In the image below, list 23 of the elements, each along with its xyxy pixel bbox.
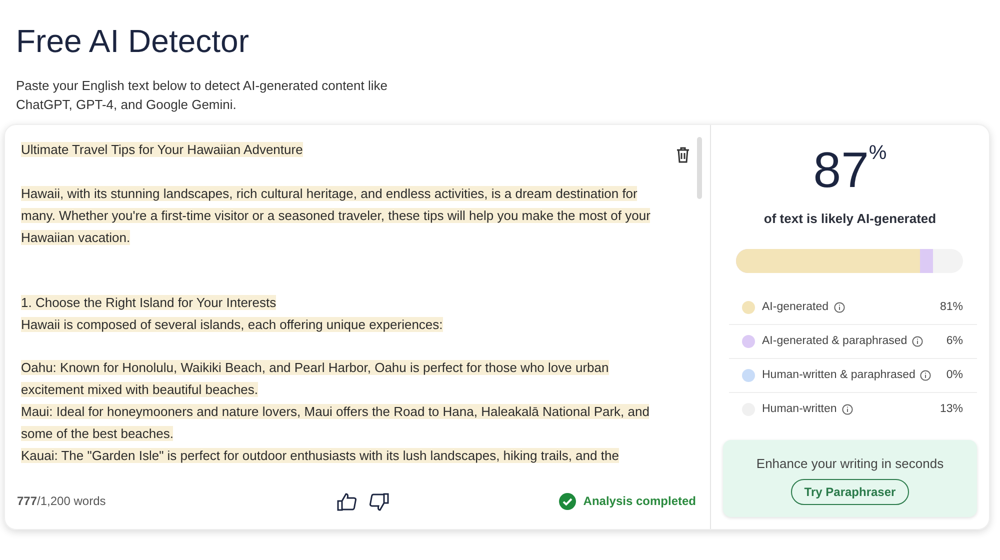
page-title: Free AI Detector	[16, 22, 250, 60]
score-caption: of text is likely AI-generated	[762, 210, 938, 228]
thumbs-up-icon[interactable]	[336, 492, 357, 511]
info-icon[interactable]	[912, 336, 924, 347]
word-count: 777/1,200 words	[17, 493, 106, 510]
ai-score: 87$^{%}$	[812, 145, 888, 196]
paraphraser-button[interactable]: Try Paraphraser	[791, 479, 909, 506]
promo-text: Enhance your writing in seconds	[755, 454, 945, 473]
status-text: Analysis completed	[583, 493, 696, 510]
legend-value: 6%	[946, 334, 963, 349]
legend-label: AI-generated	[762, 300, 828, 315]
legend-label: Human-written	[762, 402, 837, 418]
info-icon[interactable]	[834, 302, 844, 313]
check-icon	[559, 492, 576, 510]
info-icon[interactable]	[920, 370, 932, 381]
legend-label: AI-generated & paraphrased	[762, 334, 908, 349]
legend-value: 81%	[940, 300, 963, 315]
info-icon[interactable]	[842, 404, 853, 416]
legend-value: 0%	[946, 368, 963, 383]
thumbs-down-icon[interactable]	[368, 492, 389, 511]
legend-label: Human-written & paraphrased	[762, 368, 916, 383]
page-description: Paste your English text below to detect AI-generated content like ChatGPT, GPT-4, and Google Gemini.	[16, 77, 388, 114]
legend-value: 13%	[940, 402, 963, 418]
